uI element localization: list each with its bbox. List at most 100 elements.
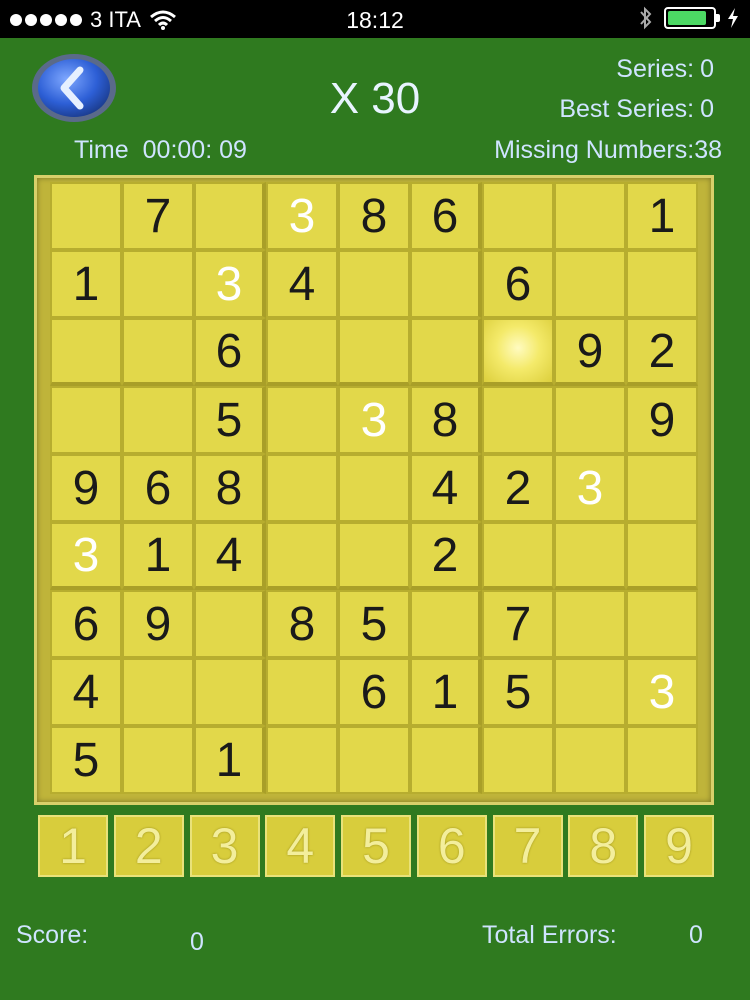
number-key-8[interactable]: 8: [568, 815, 639, 877]
grid-cell[interactable]: [122, 726, 194, 794]
grid-cell[interactable]: [554, 182, 626, 250]
grid-cell[interactable]: [194, 658, 266, 726]
grid-cell[interactable]: 3: [338, 386, 410, 454]
grid-cell[interactable]: 1: [194, 726, 266, 794]
number-key-9[interactable]: 9: [644, 815, 714, 877]
grid-cell[interactable]: 6: [482, 250, 554, 318]
grid-cell[interactable]: [194, 590, 266, 658]
grid-cell[interactable]: [410, 318, 482, 386]
grid-cell[interactable]: [554, 386, 626, 454]
grid-cell[interactable]: 4: [266, 250, 338, 318]
grid-cell[interactable]: [122, 318, 194, 386]
grid-cell[interactable]: 8: [266, 590, 338, 658]
grid-cell[interactable]: 9: [554, 318, 626, 386]
grid-cell[interactable]: 6: [338, 658, 410, 726]
grid-cell[interactable]: 3: [194, 250, 266, 318]
grid-cell[interactable]: [482, 726, 554, 794]
grid-cell[interactable]: [338, 250, 410, 318]
status-right: [638, 6, 740, 30]
grid-cell[interactable]: 7: [482, 590, 554, 658]
time-label: Time: [74, 136, 129, 164]
grid-cell[interactable]: 4: [410, 454, 482, 522]
grid-cell[interactable]: [50, 182, 122, 250]
grid-cell[interactable]: [338, 318, 410, 386]
grid-cell[interactable]: 5: [338, 590, 410, 658]
grid-cell[interactable]: 8: [194, 454, 266, 522]
number-key-4[interactable]: 4: [265, 815, 336, 877]
grid-cell[interactable]: [482, 182, 554, 250]
number-key-1[interactable]: 1: [38, 815, 108, 877]
grid-cell[interactable]: 8: [338, 182, 410, 250]
grid-cell[interactable]: [626, 726, 698, 794]
grid-cell[interactable]: 9: [122, 590, 194, 658]
missing-label: Missing Numbers:: [494, 136, 695, 164]
grid-cell[interactable]: 6: [410, 182, 482, 250]
grid-cell[interactable]: [266, 522, 338, 590]
grid-cell[interactable]: 5: [194, 386, 266, 454]
battery-fill: [668, 11, 707, 25]
grid-cell[interactable]: [50, 318, 122, 386]
grid-cell[interactable]: 1: [50, 250, 122, 318]
grid-cell[interactable]: [266, 726, 338, 794]
grid-cell[interactable]: 1: [122, 522, 194, 590]
grid-cell[interactable]: [266, 454, 338, 522]
grid-cell[interactable]: [338, 454, 410, 522]
grid-cell[interactable]: [482, 522, 554, 590]
total-errors-value: 0: [689, 921, 703, 949]
grid-cell[interactable]: 3: [266, 182, 338, 250]
grid-cell[interactable]: [482, 386, 554, 454]
grid-cell[interactable]: 6: [122, 454, 194, 522]
grid-cell[interactable]: 9: [626, 386, 698, 454]
grid-cell[interactable]: 2: [410, 522, 482, 590]
status-bar: 3 ITA 18:12: [0, 0, 750, 38]
grid-cell[interactable]: [554, 590, 626, 658]
charging-icon: [728, 8, 738, 28]
grid-cell[interactable]: 3: [626, 658, 698, 726]
grid-cell[interactable]: 1: [626, 182, 698, 250]
grid-cell[interactable]: [50, 386, 122, 454]
grid-cell[interactable]: 5: [50, 726, 122, 794]
number-key-5[interactable]: 5: [341, 815, 411, 877]
grid-cell[interactable]: [554, 250, 626, 318]
grid-cell[interactable]: 8: [410, 386, 482, 454]
grid-cell[interactable]: 2: [482, 454, 554, 522]
grid-cell[interactable]: 4: [50, 658, 122, 726]
grid-cell[interactable]: [626, 590, 698, 658]
grid-cell[interactable]: 9: [50, 454, 122, 522]
grid-cell[interactable]: [122, 386, 194, 454]
grid-cell[interactable]: [410, 726, 482, 794]
grid-cell[interactable]: [626, 250, 698, 318]
grid-cell[interactable]: [338, 726, 410, 794]
grid-cell[interactable]: [626, 522, 698, 590]
grid-cell[interactable]: 7: [122, 182, 194, 250]
number-key-2[interactable]: 2: [113, 815, 184, 877]
grid-cell[interactable]: [122, 658, 194, 726]
grid-cell[interactable]: [266, 658, 338, 726]
grid-cell[interactable]: 6: [50, 590, 122, 658]
grid-cell[interactable]: [554, 522, 626, 590]
grid-cell[interactable]: [194, 182, 266, 250]
number-key-7[interactable]: 7: [492, 815, 563, 877]
grid-cell[interactable]: 5: [482, 658, 554, 726]
grid-cell[interactable]: [266, 318, 338, 386]
grid-cell[interactable]: [626, 454, 698, 522]
grid-cell[interactable]: 4: [194, 522, 266, 590]
grid-cell[interactable]: 3: [554, 454, 626, 522]
number-key-3[interactable]: 3: [189, 815, 260, 877]
grid-cell[interactable]: [266, 386, 338, 454]
back-button[interactable]: [30, 52, 118, 124]
grid-cell[interactable]: 3: [50, 522, 122, 590]
grid-cell[interactable]: [410, 590, 482, 658]
grid-cell[interactable]: [410, 250, 482, 318]
series-value: 0: [700, 55, 714, 83]
grid-cell[interactable]: 2: [626, 318, 698, 386]
grid-cell[interactable]: [122, 250, 194, 318]
best-series-value: 0: [700, 95, 714, 123]
grid-cell[interactable]: 1: [410, 658, 482, 726]
grid-cell[interactable]: [554, 658, 626, 726]
grid-cell[interactable]: 6: [194, 318, 266, 386]
number-key-6[interactable]: 6: [416, 815, 487, 877]
grid-cell[interactable]: [482, 318, 554, 386]
grid-cell[interactable]: [338, 522, 410, 590]
grid-cell[interactable]: [554, 726, 626, 794]
